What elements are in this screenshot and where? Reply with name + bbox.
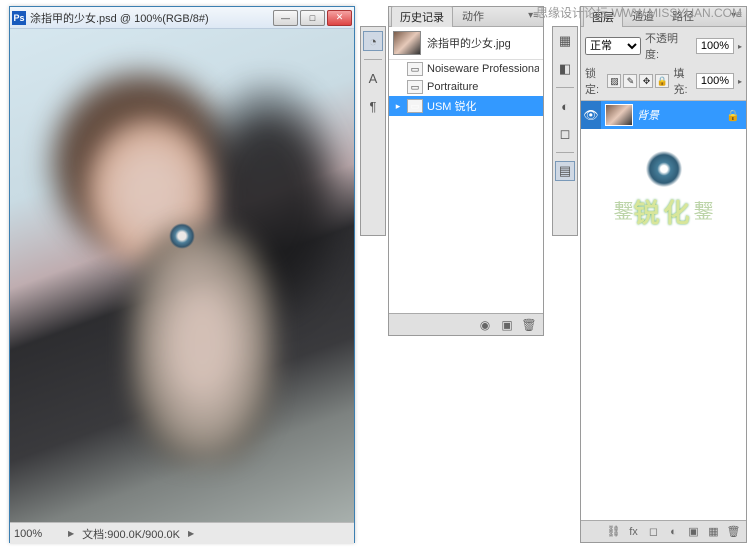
layers-panel: 图层 通道 路径 ▾≡ 正常 不透明度: ▸ 锁定: ▨ ✎ ✥ 🔒 填充: ▸ — [580, 6, 747, 543]
layers-toolcolumn: ▦ ◧ ◐ ◻ ▤ — [552, 26, 578, 236]
history-panel: 历史记录 动作 ▾≡ 涂指甲的少女.jpg ▭ Noiseware Profes… — [388, 6, 544, 336]
history-source[interactable]: 涂指甲的少女.jpg — [389, 27, 543, 60]
history-toolcolumn: ◔ A ¶ — [360, 26, 386, 236]
opacity-input[interactable] — [696, 38, 734, 54]
fill-label: 填充: — [674, 65, 692, 97]
opacity-dropdown-icon[interactable]: ▸ — [738, 42, 742, 51]
overlay-radial-icon — [644, 149, 684, 189]
filter-step-icon: ▭ — [407, 80, 423, 94]
fx-icon[interactable]: fx — [625, 524, 642, 540]
document-statusbar: 100% ▶ 文档:900.0K/900.0K ▶ — [10, 522, 354, 544]
paragraph-panel-icon[interactable]: ¶ — [363, 96, 383, 116]
visibility-eye-icon[interactable]: 👁 — [581, 101, 601, 129]
lock-icon: 🔒 — [726, 109, 740, 122]
trash-icon[interactable]: 🗑 — [521, 317, 537, 333]
close-button[interactable]: ✕ — [327, 10, 352, 26]
history-panel-tabs: 历史记录 动作 ▾≡ — [389, 7, 543, 27]
history-source-thumb — [393, 31, 421, 55]
document-canvas[interactable] — [10, 29, 354, 522]
status-dropdown-icon[interactable]: ▶ — [188, 529, 194, 538]
layer-list: 👁 背景 🔒 鑋 锐化 鑋 — [581, 101, 746, 520]
zoom-dropdown-icon[interactable]: ▶ — [68, 529, 74, 538]
history-brush-marker-icon[interactable]: ▸ — [393, 101, 403, 112]
document-titlebar[interactable]: Ps 涂指甲的少女.psd @ 100%(RGB/8#) — □ ✕ — [10, 7, 354, 29]
fill-dropdown-icon[interactable]: ▸ — [738, 77, 742, 86]
character-panel-icon[interactable]: A — [363, 68, 383, 88]
watermark-text: 思缘设计论坛 WWW.MISSYUAN.COM — [536, 4, 742, 21]
overlay-text: 锐化 — [633, 193, 693, 230]
filter-step-icon: ▭ — [407, 99, 423, 113]
adjustment-layer-icon[interactable]: ◐ — [665, 524, 682, 540]
minimize-button[interactable]: — — [273, 10, 298, 26]
overlay-deco-left-icon: 鑋 — [613, 195, 633, 224]
document-window: Ps 涂指甲的少女.psd @ 100%(RGB/8#) — □ ✕ 100% … — [9, 6, 355, 543]
fill-input[interactable] — [696, 73, 734, 89]
watermark-logo-icon — [168, 222, 196, 250]
tab-history[interactable]: 历史记录 — [391, 6, 453, 27]
overlay-watermark: 鑋 锐化 鑋 — [581, 149, 746, 230]
zoom-level[interactable]: 100% — [14, 528, 60, 540]
lock-paint-icon[interactable]: ✎ — [623, 74, 637, 88]
overlay-deco-right-icon: 鑋 — [694, 195, 714, 224]
swatches-icon[interactable]: ▦ — [555, 31, 575, 51]
group-icon[interactable]: ▣ — [685, 524, 702, 540]
lock-move-icon[interactable]: ✥ — [639, 74, 653, 88]
layer-name[interactable]: 背景 — [637, 107, 726, 123]
history-item-active[interactable]: ▸▭ USM 锐化 — [389, 96, 543, 116]
layers-panel-icon[interactable]: ▤ — [555, 161, 575, 181]
doc-status-text: 文档:900.0K/900.0K — [82, 526, 180, 542]
add-mask-icon[interactable]: ◻ — [645, 524, 662, 540]
ps-file-icon: Ps — [12, 11, 26, 25]
tab-actions[interactable]: 动作 — [453, 5, 493, 26]
blend-mode-select[interactable]: 正常 — [585, 37, 641, 55]
history-panel-footer: ◉ ▣ 🗑 — [389, 313, 543, 335]
layer-thumb[interactable] — [605, 104, 633, 126]
trash-icon[interactable]: 🗑 — [725, 524, 742, 540]
masks-icon[interactable]: ◻ — [555, 124, 575, 144]
styles-icon[interactable]: ◧ — [555, 59, 575, 79]
new-doc-icon[interactable]: ▣ — [499, 317, 515, 333]
adjustments-icon[interactable]: ◐ — [555, 96, 575, 116]
maximize-button[interactable]: □ — [300, 10, 325, 26]
link-layers-icon[interactable]: ⛓ — [605, 524, 622, 540]
history-item[interactable]: ▭ Portraiture — [389, 78, 543, 96]
layer-item-background[interactable]: 👁 背景 🔒 — [581, 101, 746, 129]
history-panel-icon[interactable]: ◔ — [363, 31, 383, 51]
filter-step-icon: ▭ — [407, 62, 423, 76]
layer-options: 正常 不透明度: ▸ 锁定: ▨ ✎ ✥ 🔒 填充: ▸ — [581, 27, 746, 101]
opacity-label: 不透明度: — [645, 30, 692, 62]
lock-all-icon[interactable]: 🔒 — [655, 74, 669, 88]
lock-transparent-icon[interactable]: ▨ — [607, 74, 621, 88]
new-snapshot-icon[interactable]: ◉ — [477, 317, 493, 333]
history-source-name: 涂指甲的少女.jpg — [427, 35, 511, 51]
new-layer-icon[interactable]: ▦ — [705, 524, 722, 540]
lock-label: 锁定: — [585, 65, 603, 97]
history-item[interactable]: ▭ Noiseware Professional — [389, 60, 543, 78]
document-title: 涂指甲的少女.psd @ 100%(RGB/8#) — [30, 10, 273, 26]
layers-panel-footer: ⛓ fx ◻ ◐ ▣ ▦ 🗑 — [581, 520, 746, 542]
